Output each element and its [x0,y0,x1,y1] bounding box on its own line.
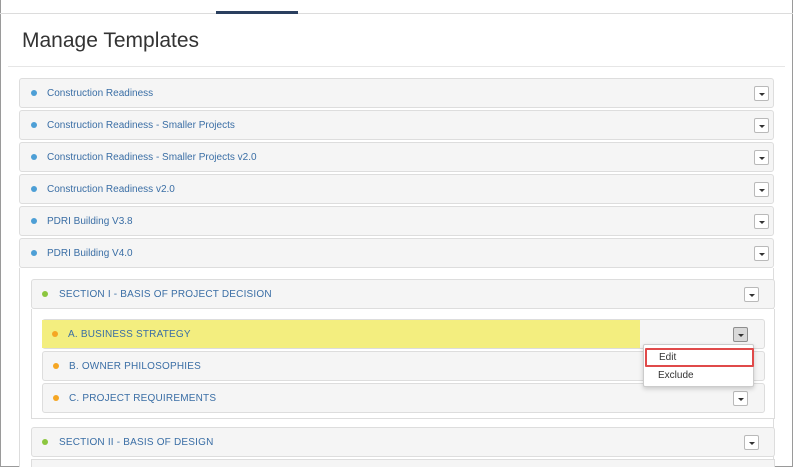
section-row-basis-of-project-decision[interactable]: SECTION I - BASIS OF PROJECT DECISION [31,279,775,309]
template-label[interactable]: Construction Readiness - Smaller Project… [47,152,257,163]
chevron-down-icon[interactable] [754,117,769,133]
section-label[interactable]: SECTION I - BASIS OF PROJECT DECISION [59,289,272,300]
section-row-basis-of-design[interactable]: SECTION II - BASIS OF DESIGN [31,427,775,457]
menu-item-exclude[interactable]: Exclude [645,367,754,386]
status-dot [42,291,48,297]
template-label[interactable]: Construction Readiness [47,88,153,99]
title-divider [8,66,785,67]
status-dot [31,154,37,160]
template-row-pdri-v40[interactable]: PDRI Building V4.0 [19,238,774,268]
chevron-down-icon[interactable] [733,326,748,342]
context-menu: Edit Exclude [643,344,754,387]
status-dot [52,331,58,337]
status-dot [53,395,59,401]
status-dot [42,439,48,445]
subsection-label[interactable]: C. PROJECT REQUIREMENTS [69,393,216,404]
subsection-label[interactable]: B. OWNER PHILOSOPHIES [69,361,201,372]
chevron-down-icon[interactable] [744,286,759,302]
template-label[interactable]: Construction Readiness v2.0 [47,184,175,195]
subsection-label[interactable]: A. BUSINESS STRATEGY [68,329,191,340]
page-title: Manage Templates [22,29,200,52]
chevron-down-icon[interactable] [754,181,769,197]
menu-item-edit[interactable]: Edit [645,348,754,367]
chevron-down-icon[interactable] [754,85,769,101]
template-label[interactable]: PDRI Building V3.8 [47,216,133,227]
section-label[interactable]: SECTION II - BASIS OF DESIGN [59,437,214,448]
status-dot [31,122,37,128]
template-row-pdri-v38[interactable]: PDRI Building V3.8 [19,206,774,236]
chevron-down-icon[interactable] [733,390,748,406]
status-dot [31,218,37,224]
status-dot [31,186,37,192]
chevron-down-icon[interactable] [754,213,769,229]
subsection-row-project-requirements[interactable]: C. PROJECT REQUIREMENTS [42,383,765,413]
template-label[interactable]: Construction Readiness - Smaller Project… [47,120,235,131]
top-navigation [0,0,793,14]
template-label[interactable]: PDRI Building V4.0 [47,248,133,259]
chevron-down-icon[interactable] [754,245,769,261]
status-dot [53,363,59,369]
next-row-partial [31,459,775,467]
chevron-down-icon[interactable] [744,434,759,450]
template-row-construction-readiness-smaller-v2[interactable]: Construction Readiness - Smaller Project… [19,142,774,172]
template-row-construction-readiness-v2[interactable]: Construction Readiness v2.0 [19,174,774,204]
tab-active-indicator[interactable] [216,0,298,14]
chevron-down-icon[interactable] [754,149,769,165]
template-row-construction-readiness[interactable]: Construction Readiness [19,78,774,108]
status-dot [31,90,37,96]
template-row-construction-readiness-smaller[interactable]: Construction Readiness - Smaller Project… [19,110,774,140]
status-dot [31,250,37,256]
